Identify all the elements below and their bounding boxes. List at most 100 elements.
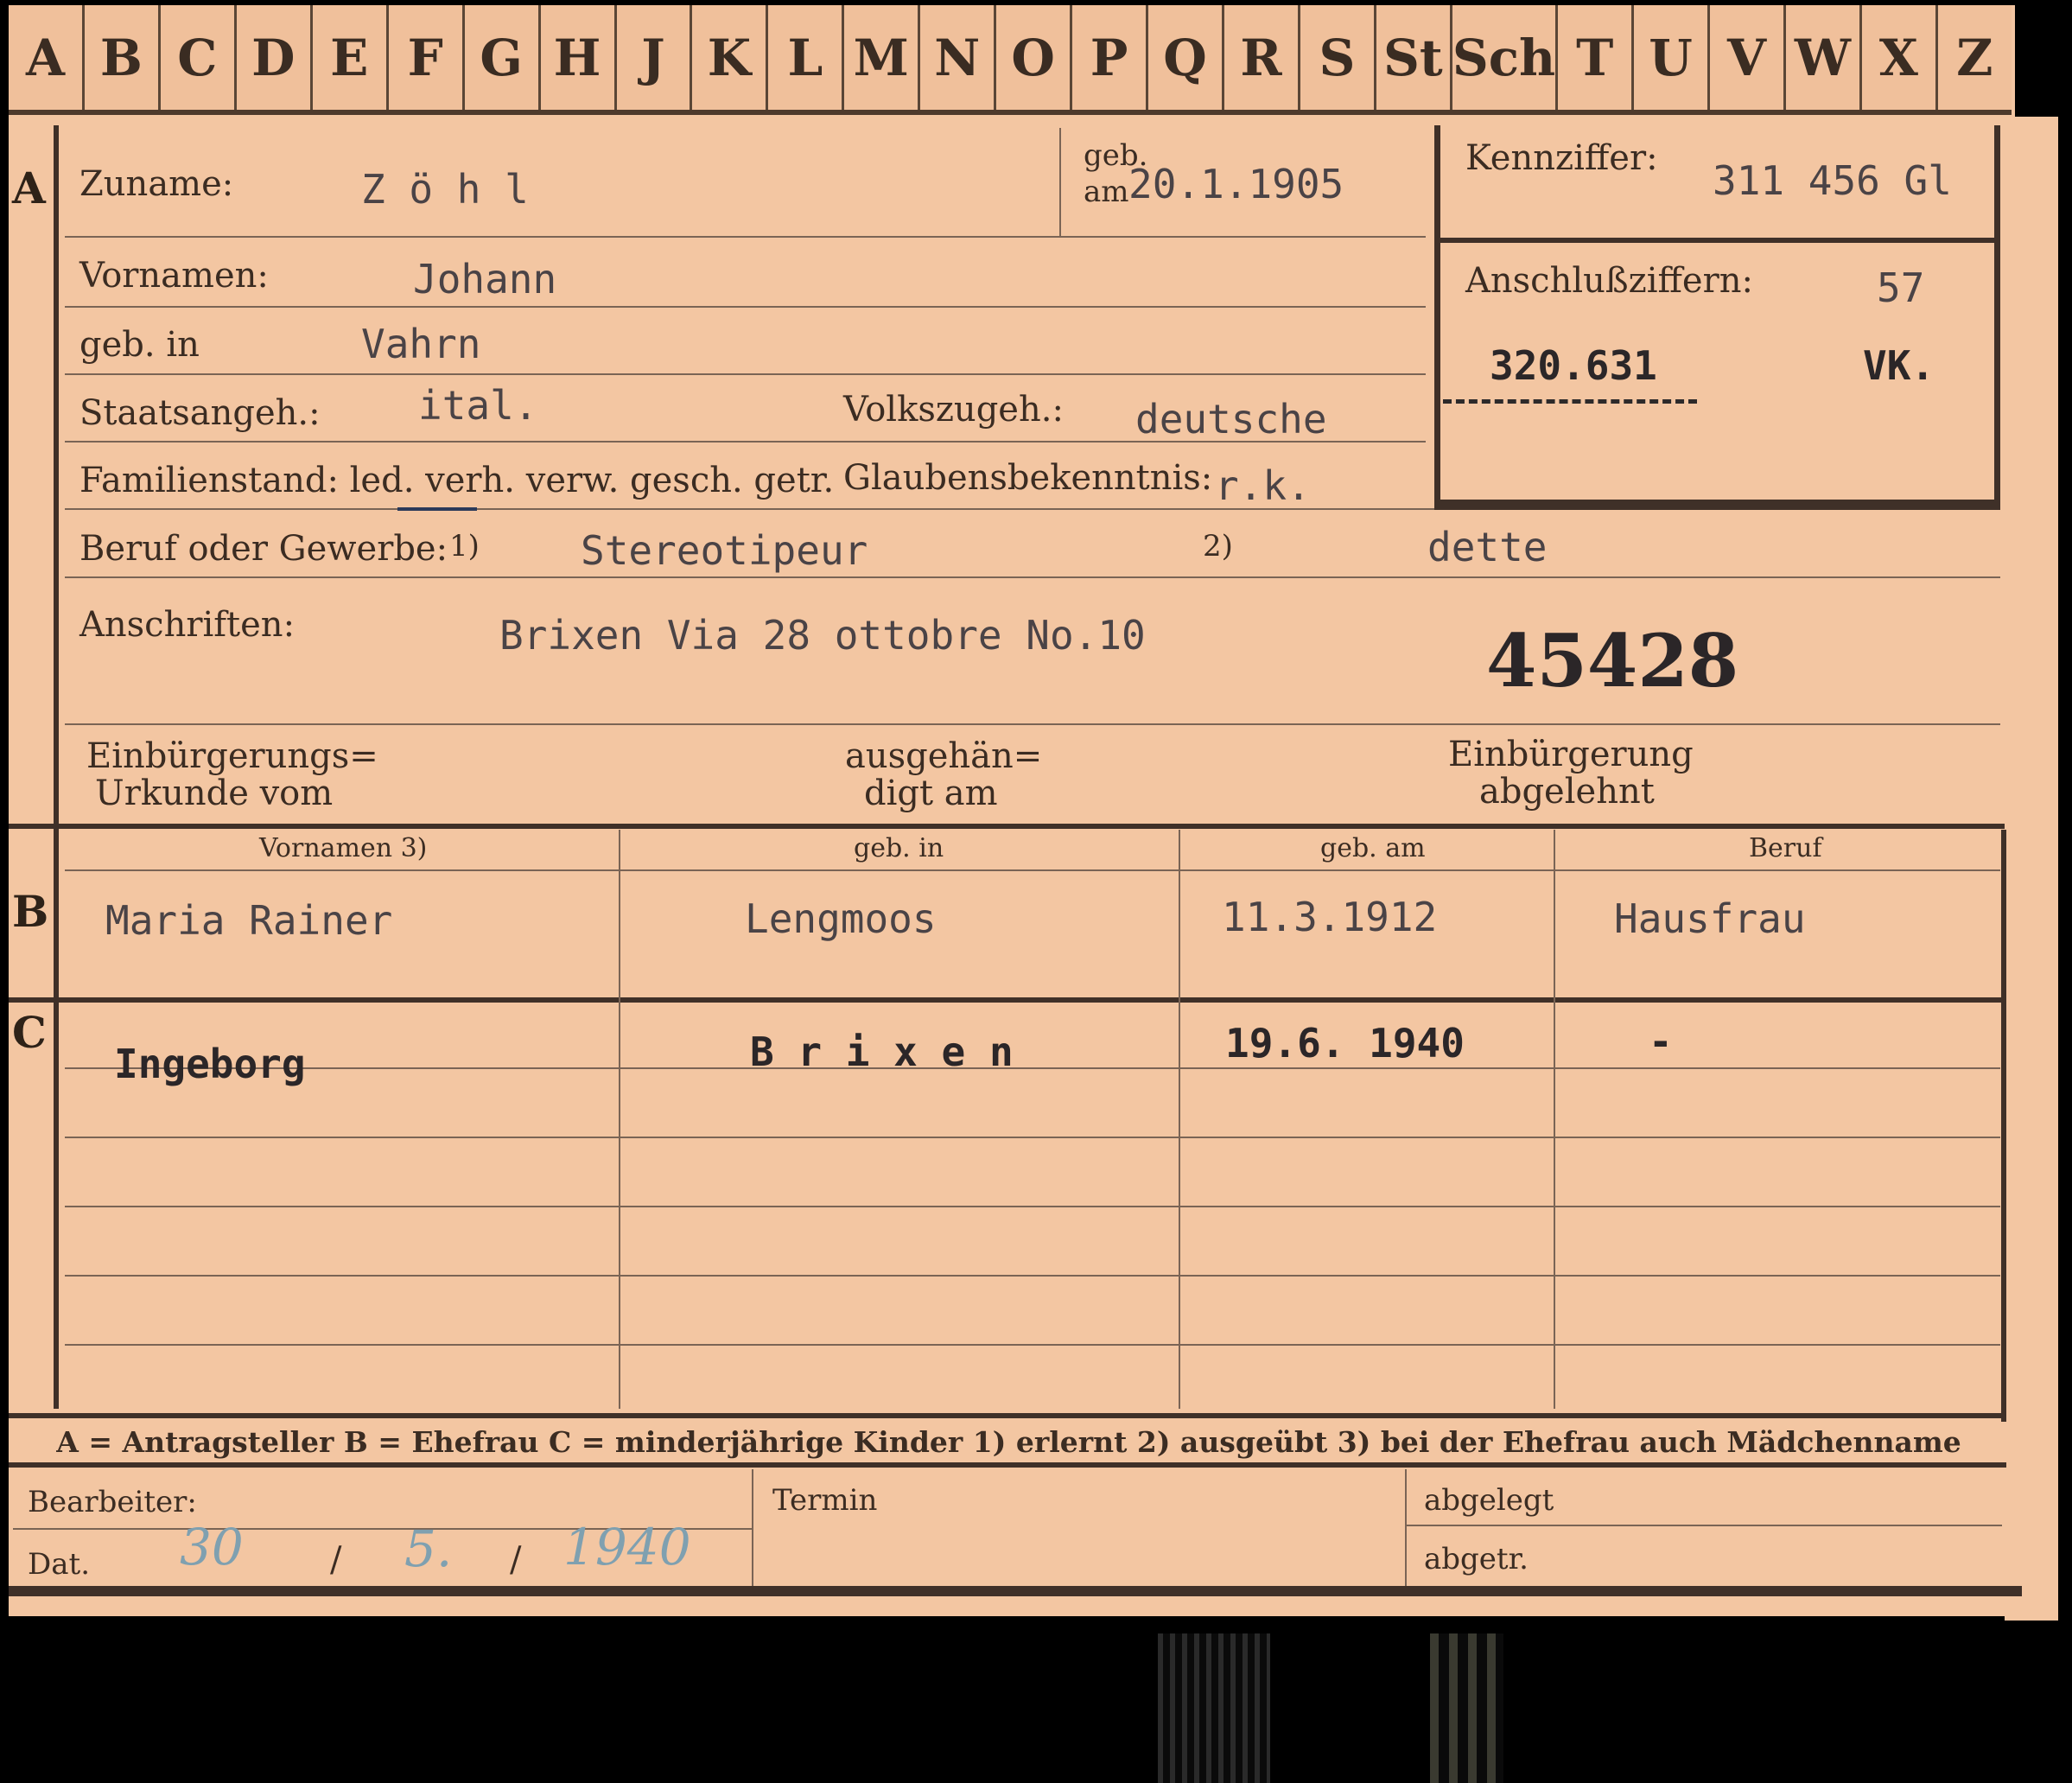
card-edge xyxy=(2005,117,2058,1621)
returned-label: abgetr. xyxy=(1424,1542,1529,1576)
index-tab: T xyxy=(1558,5,1635,110)
index-tab: S xyxy=(1300,5,1376,110)
column-divider xyxy=(1179,830,1180,1409)
spouse-occupation: Hausfrau xyxy=(1614,895,1806,942)
id-box-border xyxy=(1994,125,2000,510)
index-tab: V xyxy=(1710,5,1786,110)
index-tab: J xyxy=(617,5,693,110)
rule xyxy=(65,869,2000,871)
date-year: 1940 xyxy=(563,1518,691,1576)
index-tab: N xyxy=(920,5,997,110)
kennziffer-value: 311 456 Gl xyxy=(1713,157,1952,204)
header-birthplace: geb. in xyxy=(854,833,944,863)
index-tab: R xyxy=(1224,5,1300,110)
index-tab: C xyxy=(161,5,237,110)
footnote-marker: 2) xyxy=(1203,529,1233,564)
anschluss-value: VK. xyxy=(1863,342,1935,389)
id-box-border xyxy=(1434,125,1440,510)
ethnicity-value: deutsche xyxy=(1135,396,1327,443)
file-number: 45428 xyxy=(1486,618,1739,704)
date-separator: / xyxy=(330,1540,342,1580)
date-label: Dat. xyxy=(28,1547,91,1582)
spouse-birthplace: Lengmoos xyxy=(745,895,937,942)
rule xyxy=(1059,128,1061,236)
index-tab: F xyxy=(389,5,465,110)
occupation-practiced-value: dette xyxy=(1427,524,1548,570)
index-tab: P xyxy=(1072,5,1149,110)
anschluss-value: 57 xyxy=(1877,264,1925,311)
header-birthdate: geb. am xyxy=(1320,833,1426,863)
scan-artifact xyxy=(1158,1633,1270,1783)
anschluss-label: Anschlußziffern: xyxy=(1465,261,1753,301)
index-tab: G xyxy=(465,5,541,110)
index-tab: M xyxy=(844,5,921,110)
index-tab: Z xyxy=(1956,28,1993,87)
ethnicity-label: Volkszugeh.: xyxy=(843,390,1064,430)
spouse-birthdate: 11.3.1912 xyxy=(1222,894,1438,940)
religion-value: r.k. xyxy=(1215,462,1311,509)
rule xyxy=(65,1206,2000,1207)
rule xyxy=(65,723,2000,725)
column-divider xyxy=(1405,1469,1407,1586)
child-occupation: - xyxy=(1649,1018,1673,1065)
processor-label: Bearbeiter: xyxy=(28,1485,197,1519)
bottom-border xyxy=(9,1586,2022,1596)
kennziffer-label: Kennziffer: xyxy=(1465,138,1658,178)
birthdate-value: 20.1.1905 xyxy=(1128,161,1344,207)
index-tab: X xyxy=(1862,5,1938,110)
child-firstname: Ingeborg xyxy=(114,1041,306,1087)
birthplace-value: Vahrn xyxy=(361,321,481,367)
header-occupation: Beruf xyxy=(1749,833,1822,863)
address-label: Anschriften: xyxy=(79,605,296,645)
date-separator: / xyxy=(510,1540,522,1580)
id-box-border xyxy=(1434,238,2000,243)
index-tab: E xyxy=(313,5,389,110)
index-tab: L xyxy=(768,5,845,110)
birthdate-label: am xyxy=(1084,175,1129,209)
section-divider xyxy=(54,125,59,1409)
selected-status-underline xyxy=(397,507,477,511)
family-status-label: Familienstand: led. verh. verw. gesch. g… xyxy=(79,461,835,500)
birthplace-label: geb. in xyxy=(79,325,200,365)
right-border xyxy=(2001,830,2006,1422)
firstname-value: Johann xyxy=(413,256,557,302)
firstname-label: Vornamen: xyxy=(79,256,269,296)
occupation-learned-value: Stereotipeur xyxy=(581,527,868,574)
rule xyxy=(65,236,1426,238)
index-tab: D xyxy=(237,5,313,110)
naturalization-refused-label: abgelehnt xyxy=(1479,772,1655,812)
handed-over-label: digt am xyxy=(864,774,998,813)
section-b-marker: B xyxy=(12,886,49,937)
index-tab: H xyxy=(541,5,617,110)
column-divider xyxy=(1554,830,1555,1409)
deadline-label: Termin xyxy=(772,1483,878,1518)
column-divider xyxy=(752,1469,753,1586)
id-box-border xyxy=(1434,500,2000,510)
header-firstname: Vornamen 3) xyxy=(259,833,428,863)
child-birthdate: 19.6. 1940 xyxy=(1225,1020,1465,1067)
rule xyxy=(65,576,2000,578)
occupation-label: Beruf oder Gewerbe: xyxy=(79,529,448,569)
section-separator xyxy=(9,824,2005,829)
address-value: Brixen Via 28 ottobre No.10 xyxy=(499,612,1146,659)
index-tab: Q xyxy=(1148,5,1224,110)
spouse-firstname: Maria Rainer xyxy=(105,897,393,944)
rule xyxy=(65,1275,2000,1277)
index-tab: U xyxy=(1634,5,1711,110)
rule xyxy=(1406,1525,2002,1526)
index-tab: St xyxy=(1376,5,1452,110)
rule xyxy=(65,1067,2000,1069)
section-c-marker: C xyxy=(12,1007,47,1058)
date-month: 5. xyxy=(404,1519,453,1578)
child-birthplace: B r i x e n xyxy=(750,1028,1014,1075)
alphabet-index-tabs: A B C D E F G H J K L M N O P Q R S St S… xyxy=(9,5,2012,115)
handed-over-label: ausgehän= xyxy=(845,736,1043,776)
naturalization-cert-label: Einbürgerungs= xyxy=(86,736,378,776)
section-separator xyxy=(9,997,2005,1003)
date-day: 30 xyxy=(180,1518,244,1576)
index-tab: B xyxy=(85,5,161,110)
citizenship-value: ital. xyxy=(418,382,538,429)
surname-value: Z ö h l xyxy=(361,166,529,213)
footnote-marker: 1) xyxy=(449,529,480,564)
rule xyxy=(65,306,1426,308)
